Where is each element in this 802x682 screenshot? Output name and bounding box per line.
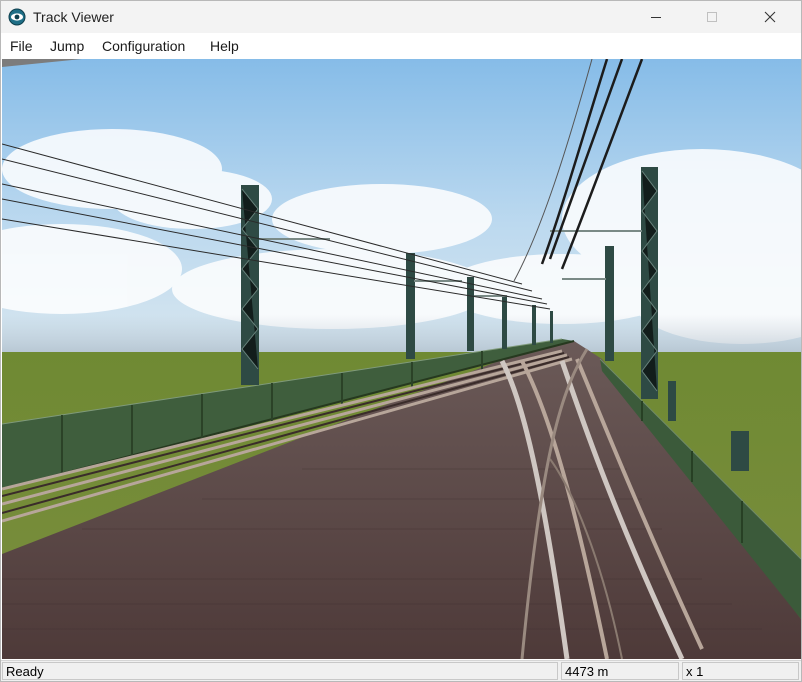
menu-file[interactable]: File bbox=[10, 38, 33, 54]
status-distance: 4473 m bbox=[561, 662, 679, 680]
menu-bar: File Jump Configuration Help bbox=[1, 33, 801, 59]
track-viewer-window: Track Viewer File Jump Configuration Hel… bbox=[0, 0, 802, 682]
minimize-icon bbox=[651, 17, 661, 18]
track-3d-viewport[interactable] bbox=[2, 59, 801, 659]
track-scene bbox=[2, 59, 801, 659]
maximize-icon bbox=[707, 12, 717, 22]
status-speed-text: x 1 bbox=[686, 664, 704, 679]
status-message: Ready bbox=[2, 662, 558, 680]
menu-jump[interactable]: Jump bbox=[50, 38, 84, 54]
status-message-text: Ready bbox=[6, 664, 44, 679]
close-button[interactable] bbox=[747, 1, 793, 33]
menu-help[interactable]: Help bbox=[210, 38, 239, 54]
minimize-button[interactable] bbox=[633, 1, 679, 33]
window-title: Track Viewer bbox=[33, 9, 114, 25]
status-speed: x 1 bbox=[682, 662, 799, 680]
close-icon bbox=[764, 11, 776, 23]
status-distance-text: 4473 m bbox=[565, 664, 609, 679]
camera-eye-icon bbox=[8, 8, 26, 26]
maximize-button[interactable] bbox=[689, 1, 735, 33]
menu-configuration[interactable]: Configuration bbox=[102, 38, 185, 54]
title-bar[interactable]: Track Viewer bbox=[1, 1, 801, 33]
status-bar: Ready 4473 m x 1 bbox=[1, 660, 801, 681]
